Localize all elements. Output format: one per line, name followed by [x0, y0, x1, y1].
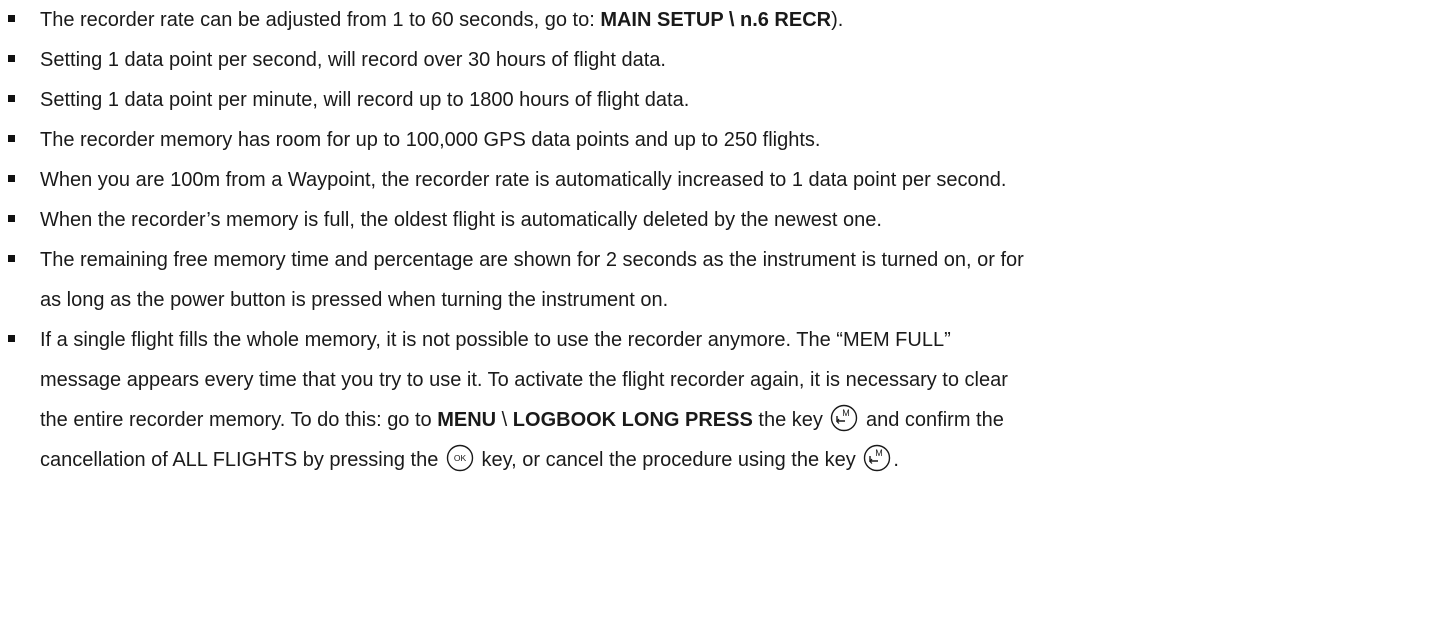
- item-text-line: If a single flight fills the whole memor…: [40, 329, 951, 351]
- list-item: Setting 1 data point per minute, will re…: [0, 80, 1436, 120]
- item-text: Setting 1 data point per minute, will re…: [40, 89, 690, 111]
- item-text-line: cancellation of ALL FLIGHTS by pressing …: [40, 440, 1436, 480]
- item-text-line: the entire recorder memory. To do this: …: [40, 400, 1436, 440]
- item-text: the key: [752, 409, 829, 431]
- path-separator: \: [496, 409, 513, 431]
- item-text: .: [893, 449, 899, 471]
- item-text: Setting 1 data point per second, will re…: [40, 49, 666, 71]
- logbook-label: LOGBOOK LONG PRESS: [512, 409, 753, 431]
- bullet-marker: [8, 135, 15, 142]
- m-key-icon: M: [830, 404, 858, 432]
- item-text: The recorder rate can be adjusted from 1…: [40, 9, 601, 31]
- m-key-label: M: [843, 408, 851, 418]
- item-text: key, or cancel the procedure using the k…: [475, 449, 862, 471]
- list-item: When the recorder’s memory is full, the …: [0, 200, 1436, 240]
- menu-path: MAIN SETUP \ n.6 RECR: [600, 9, 832, 31]
- ok-key-label: OK: [454, 453, 467, 463]
- list-item: If a single flight fills the whole memor…: [0, 320, 1436, 480]
- menu-label: MENU: [437, 409, 497, 431]
- bullet-marker: [8, 15, 15, 22]
- item-text: When you are 100m from a Waypoint, the r…: [40, 169, 1007, 191]
- item-text: When the recorder’s memory is full, the …: [40, 209, 882, 231]
- item-text-line: message appears every time that you try …: [40, 369, 1008, 391]
- list-item: The remaining free memory time and perce…: [0, 240, 1436, 320]
- item-text-line: as long as the power button is pressed w…: [40, 289, 669, 311]
- bullet-marker: [8, 55, 15, 62]
- bullet-marker: [8, 95, 15, 102]
- m-key-icon: M: [863, 444, 891, 472]
- list-item: When you are 100m from a Waypoint, the r…: [0, 160, 1436, 200]
- list-item: The recorder rate can be adjusted from 1…: [0, 0, 1436, 40]
- list-item: Setting 1 data point per second, will re…: [0, 40, 1436, 80]
- bullet-marker: [8, 215, 15, 222]
- item-text: cancellation of ALL FLIGHTS by pressing …: [40, 449, 444, 471]
- bullet-marker: [8, 335, 15, 342]
- item-text: ).: [831, 9, 844, 31]
- m-key-label: M: [876, 448, 884, 458]
- item-text: and confirm the: [860, 409, 1004, 431]
- bullet-marker: [8, 255, 15, 262]
- item-text: the entire recorder memory. To do this: …: [40, 409, 438, 431]
- bullet-list: The recorder rate can be adjusted from 1…: [0, 0, 1436, 480]
- item-text: The recorder memory has room for up to 1…: [40, 129, 821, 151]
- list-item: The recorder memory has room for up to 1…: [0, 120, 1436, 160]
- ok-key-icon: OK: [446, 444, 474, 472]
- item-text-line: The remaining free memory time and perce…: [40, 249, 1024, 271]
- bullet-marker: [8, 175, 15, 182]
